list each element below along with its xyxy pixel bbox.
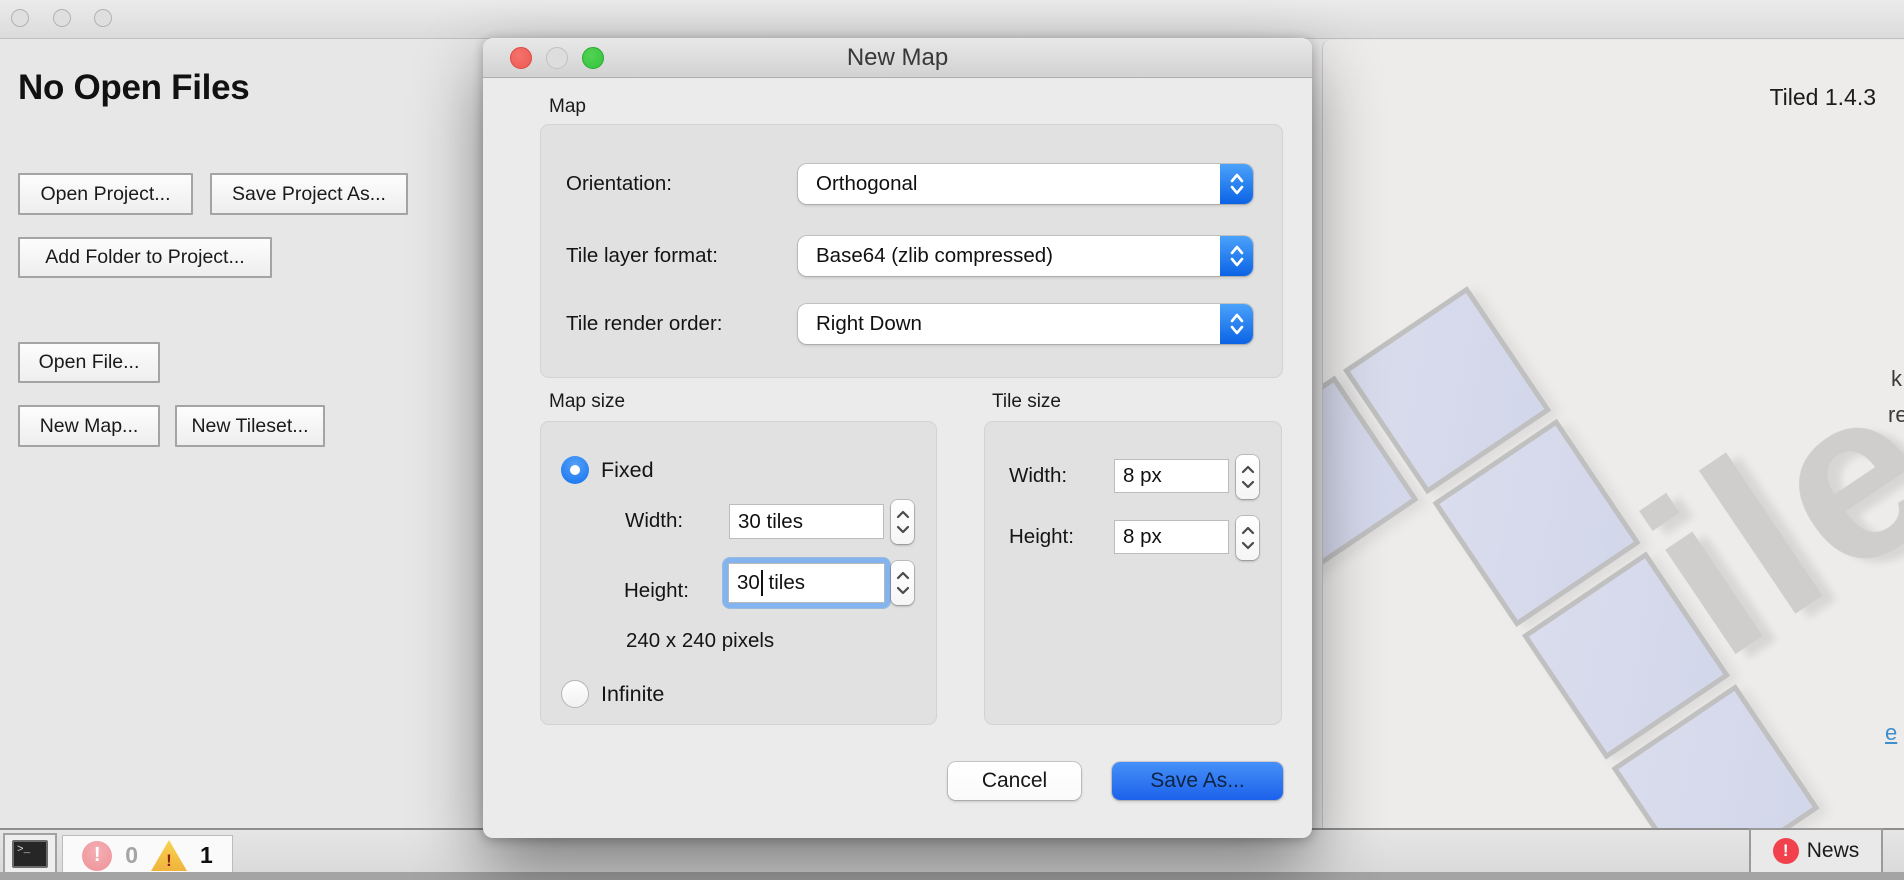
new-tileset-button[interactable]: New Tileset... <box>175 405 325 447</box>
dialog-minimize-button <box>546 47 568 69</box>
dialog-zoom-button[interactable] <box>582 47 604 69</box>
map-height-input[interactable]: 30 tiles <box>723 558 890 608</box>
infinite-radio-label: Infinite <box>601 682 664 707</box>
orientation-label: Orientation: <box>566 172 672 196</box>
map-size-section-label: Map size <box>549 391 625 413</box>
map-width-stepper[interactable] <box>891 500 914 544</box>
new-map-dialog: New Map Map Orientation: Orthogonal Tile… <box>483 38 1312 838</box>
terminal-icon <box>12 840 48 868</box>
new-map-button[interactable]: New Map... <box>18 405 160 447</box>
logo-tile-icon <box>1343 286 1551 494</box>
infinite-radio[interactable] <box>561 680 589 708</box>
dialog-close-button[interactable] <box>510 47 532 69</box>
open-project-button[interactable]: Open Project... <box>18 173 193 215</box>
logo-tile-icon <box>1522 551 1730 759</box>
main-window-titlebar <box>0 0 1904 39</box>
fixed-radio-label: Fixed <box>601 458 654 483</box>
chevron-up-icon <box>1241 465 1255 474</box>
combo-arrows-icon <box>1220 304 1253 344</box>
fixed-radio[interactable] <box>561 456 589 484</box>
map-section-label: Map <box>549 96 586 118</box>
save-project-as-button[interactable]: Save Project As... <box>210 173 408 215</box>
logo-iled-text: iled <box>1610 255 1904 695</box>
warning-count: 1 <box>200 842 213 869</box>
cancel-button[interactable]: Cancel <box>948 762 1081 800</box>
save-as-button[interactable]: Save As... <box>1112 762 1283 800</box>
page-title: No Open Files <box>18 68 249 108</box>
logo-tile-icon <box>1322 376 1419 584</box>
tile-width-input[interactable]: 8 px <box>1114 459 1229 493</box>
chevron-down-icon <box>896 586 910 595</box>
combo-arrows-icon <box>1220 236 1253 276</box>
tile-size-section-label: Tile size <box>992 391 1061 413</box>
main-close-button[interactable] <box>11 9 29 27</box>
tile-width-label: Width: <box>1009 464 1067 488</box>
edge-text-fragment: k <box>1891 366 1902 392</box>
window-bottom-edge <box>0 872 1904 880</box>
map-height-stepper[interactable] <box>891 561 914 605</box>
map-height-label: Height: <box>624 579 689 603</box>
map-size-groupbox: Fixed Width: 30 tiles Height: 30 tiles 2… <box>540 421 937 725</box>
tile-size-groupbox: Width: 8 px Height: 8 px <box>984 421 1282 725</box>
dialog-title: New Map <box>483 38 1312 78</box>
chevron-down-icon <box>1241 480 1255 489</box>
error-count: 0 <box>125 842 138 869</box>
tile-width-stepper[interactable] <box>1236 455 1259 499</box>
open-file-button[interactable]: Open File... <box>18 342 160 383</box>
combo-arrows-icon <box>1220 164 1253 204</box>
edge-text-fragment: re <box>1888 402 1904 428</box>
map-width-label: Width: <box>625 509 683 533</box>
tile-height-label: Height: <box>1009 525 1074 549</box>
chevron-down-icon <box>1241 541 1255 550</box>
warning-icon: ! <box>151 840 187 871</box>
app-version-label: Tiled 1.4.3 <box>1769 84 1876 111</box>
tile-height-input[interactable]: 8 px <box>1114 520 1229 554</box>
news-panel: Tiled 1.4.3 iled <box>1322 40 1904 828</box>
chevron-up-icon <box>1241 526 1255 535</box>
tiled-logo-watermark: iled <box>1343 40 1904 785</box>
edge-link-fragment[interactable]: e <box>1885 720 1897 746</box>
orientation-select[interactable]: Orthogonal <box>798 164 1253 204</box>
tile-render-order-select[interactable]: Right Down <box>798 304 1253 344</box>
logo-tile-icon <box>1611 684 1819 828</box>
tile-layer-format-select[interactable]: Base64 (zlib compressed) <box>798 236 1253 276</box>
dialog-titlebar[interactable]: New Map <box>483 38 1312 78</box>
main-zoom-button[interactable] <box>94 9 112 27</box>
map-pixel-size-text: 240 x 240 pixels <box>626 629 774 653</box>
map-width-input[interactable]: 30 tiles <box>729 504 884 539</box>
chevron-up-icon <box>896 571 910 580</box>
tile-height-stepper[interactable] <box>1236 516 1259 560</box>
main-minimize-button[interactable] <box>53 9 71 27</box>
error-icon: ! <box>82 841 112 871</box>
chevron-down-icon <box>896 525 910 534</box>
tile-render-order-label: Tile render order: <box>566 312 722 336</box>
news-alert-icon: ! <box>1773 838 1799 864</box>
logo-tile-icon <box>1432 419 1640 627</box>
news-button[interactable]: ! News <box>1749 828 1883 874</box>
tile-layer-format-label: Tile layer format: <box>566 244 718 268</box>
issues-counter[interactable]: ! 0 ! 1 <box>62 835 233 876</box>
add-folder-to-project-button[interactable]: Add Folder to Project... <box>18 237 272 278</box>
map-groupbox: Orientation: Orthogonal Tile layer forma… <box>540 124 1283 378</box>
console-toggle-button[interactable] <box>3 833 57 875</box>
chevron-up-icon <box>896 510 910 519</box>
